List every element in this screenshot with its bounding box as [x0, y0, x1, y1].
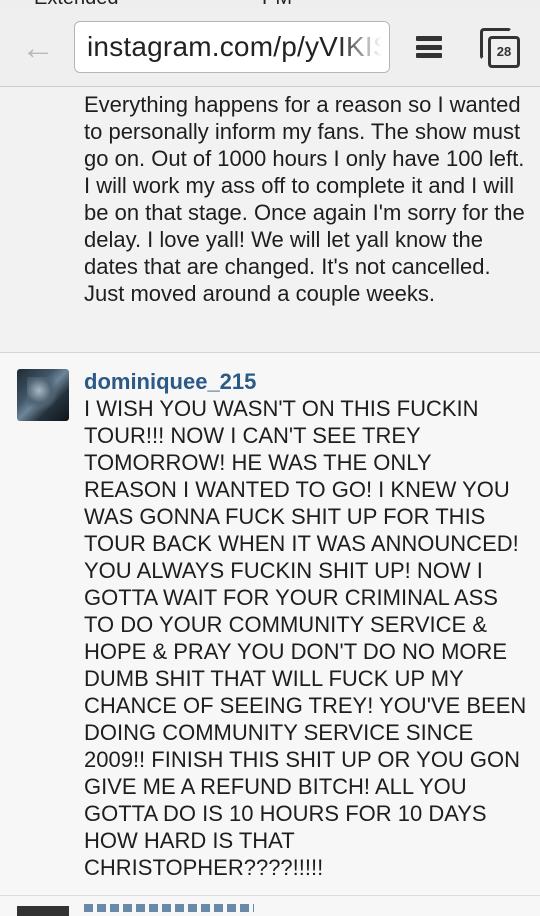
url-fade	[339, 22, 389, 72]
browser-toolbar: ← instagram.com/p/yVIKIS 28	[0, 8, 540, 87]
post-caption: Everything happens for a reason so I wan…	[0, 87, 540, 353]
tabs-icon[interactable]: 28	[480, 28, 522, 70]
caption-text: Everything happens for a reason so I wan…	[84, 92, 525, 306]
status-bar: Extended PM	[0, 0, 540, 8]
next-comment-item	[0, 895, 540, 916]
comment-item: dominiquee_215 I WISH YOU WASN'T ON THIS…	[0, 353, 540, 893]
tab-count-badge: 28	[488, 36, 520, 68]
next-comment-username[interactable]	[84, 904, 254, 912]
comment-text: I WISH YOU WASN'T ON THIS FUCKIN TOUR!!!…	[84, 396, 527, 880]
user-avatar[interactable]	[17, 369, 69, 421]
carrier-label: Extended	[34, 0, 119, 8]
back-arrow-icon[interactable]: ←	[18, 30, 58, 66]
status-time: PM	[262, 0, 292, 8]
address-bar[interactable]: instagram.com/p/yVIKIS	[74, 21, 390, 73]
menu-icon[interactable]	[416, 36, 442, 58]
next-user-avatar[interactable]	[17, 906, 69, 916]
comment-username[interactable]: dominiquee_215	[84, 369, 256, 395]
